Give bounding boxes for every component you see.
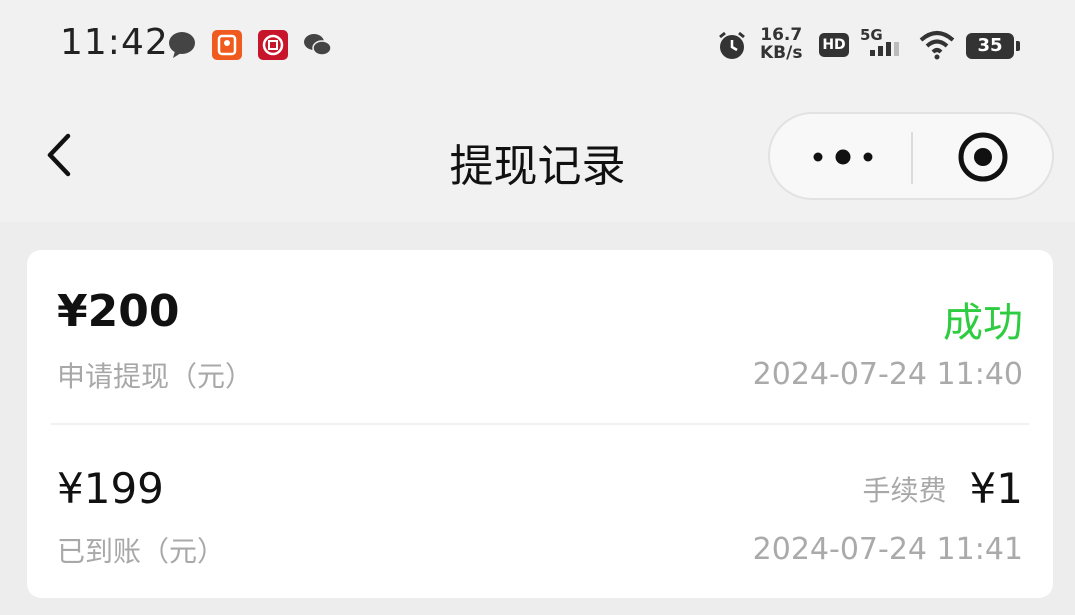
status-time: 11:42	[60, 22, 169, 63]
signal-icon	[870, 42, 899, 56]
request-amount: ¥200	[57, 286, 180, 337]
status-badge: 成功	[943, 300, 1023, 346]
hd-badge: HD	[819, 33, 849, 57]
net-speed-unit: KB/s	[760, 43, 803, 63]
network-indicator: 5G	[860, 26, 918, 56]
capsule-divider	[911, 132, 913, 184]
received-label: 已到账（元）	[57, 535, 226, 568]
status-bar: 11:42 16.7 KB/s HD 5G 35	[0, 0, 1075, 90]
withdraw-record-card[interactable]: ¥200 申请提现（元） 成功 2024-07-24 11:40 ¥199 已到…	[27, 250, 1053, 598]
wifi-icon	[919, 31, 955, 60]
net-speed: 16.7 KB/s	[760, 26, 802, 62]
battery-icon: 35	[966, 33, 1020, 59]
miniprogram-capsule	[768, 112, 1054, 200]
message-bubble-icon	[169, 32, 195, 58]
alarm-icon	[719, 31, 745, 59]
request-time: 2024-07-24 11:40	[752, 357, 1023, 392]
target-close-icon[interactable]	[956, 130, 1010, 184]
net-speed-value: 16.7	[760, 25, 803, 45]
wechat-icon	[304, 34, 332, 56]
bank-app-icon	[258, 30, 288, 60]
fee-row: 手续费 ¥1	[862, 464, 1023, 513]
fee-label: 手续费	[862, 473, 947, 507]
more-dots-icon[interactable]	[808, 140, 878, 174]
fee-value: ¥1	[969, 464, 1023, 513]
card-divider	[51, 423, 1029, 425]
app-orange-icon	[212, 30, 242, 60]
received-time: 2024-07-24 11:41	[752, 532, 1023, 567]
nav-bar: 提现记录	[0, 90, 1075, 222]
request-label: 申请提现（元）	[57, 360, 254, 393]
received-amount: ¥199	[57, 464, 164, 513]
